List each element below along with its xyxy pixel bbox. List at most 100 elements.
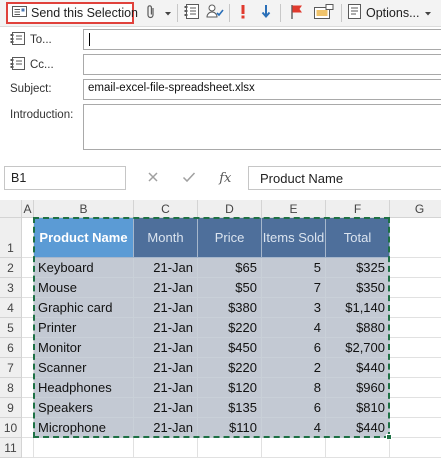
empty-cell[interactable] xyxy=(390,378,441,398)
table-cell[interactable]: Headphones xyxy=(34,378,134,398)
table-cell[interactable]: $325 xyxy=(326,258,390,278)
row-header-11[interactable]: 11 xyxy=(0,438,22,458)
table-cell[interactable]: Keyboard xyxy=(34,258,134,278)
table-cell[interactable]: 3 xyxy=(262,298,326,318)
table-header-cell[interactable]: Month xyxy=(134,218,198,258)
table-cell[interactable]: $120 xyxy=(198,378,262,398)
row-header-1[interactable]: 1 xyxy=(0,218,22,258)
row-header-4[interactable]: 4 xyxy=(0,298,22,318)
table-cell[interactable]: $65 xyxy=(198,258,262,278)
row-header-7[interactable]: 7 xyxy=(0,358,22,378)
table-cell[interactable]: 7 xyxy=(262,278,326,298)
subject-field[interactable]: email-excel-file-spreadsheet.xlsx xyxy=(83,79,441,100)
table-cell[interactable]: Monitor xyxy=(34,338,134,358)
bcc-button[interactable] xyxy=(314,3,334,22)
table-cell[interactable]: Speakers xyxy=(34,398,134,418)
table-cell[interactable]: Mouse xyxy=(34,278,134,298)
column-header-g[interactable]: G xyxy=(390,200,441,218)
table-header-cell[interactable]: Product Name xyxy=(34,218,134,258)
empty-cell[interactable] xyxy=(390,338,441,358)
empty-cell[interactable] xyxy=(390,418,441,438)
table-cell[interactable]: 21-Jan xyxy=(134,338,198,358)
options-button[interactable]: Options... xyxy=(348,4,420,22)
empty-cell[interactable] xyxy=(390,318,441,338)
table-cell[interactable]: 4 xyxy=(262,318,326,338)
attach-file-button[interactable] xyxy=(146,4,156,22)
row-header-10[interactable]: 10 xyxy=(0,418,22,438)
column-header-e[interactable]: E xyxy=(262,200,326,218)
table-header-cell[interactable]: Total xyxy=(326,218,390,258)
table-cell[interactable]: Scanner xyxy=(34,358,134,378)
empty-cell[interactable] xyxy=(22,438,34,458)
insert-function-icon[interactable]: fx xyxy=(219,171,231,186)
table-cell[interactable]: $50 xyxy=(198,278,262,298)
table-cell[interactable]: 21-Jan xyxy=(134,358,198,378)
table-cell[interactable]: $960 xyxy=(326,378,390,398)
table-cell[interactable]: 8 xyxy=(262,378,326,398)
table-cell[interactable]: $380 xyxy=(198,298,262,318)
empty-cell[interactable] xyxy=(22,218,34,258)
options-dropdown-button[interactable] xyxy=(424,4,432,22)
table-cell[interactable]: 21-Jan xyxy=(134,378,198,398)
low-importance-button[interactable] xyxy=(261,4,271,22)
table-cell[interactable]: $220 xyxy=(198,318,262,338)
column-header-c[interactable]: C xyxy=(134,200,198,218)
table-cell[interactable]: $1,140 xyxy=(326,298,390,318)
empty-cell[interactable] xyxy=(22,338,34,358)
table-cell[interactable]: $2,700 xyxy=(326,338,390,358)
table-cell[interactable]: $110 xyxy=(198,418,262,438)
table-cell[interactable]: Printer xyxy=(34,318,134,338)
table-cell[interactable]: 21-Jan xyxy=(134,318,198,338)
empty-cell[interactable] xyxy=(390,398,441,418)
empty-cell[interactable] xyxy=(22,378,34,398)
table-cell[interactable]: 21-Jan xyxy=(134,258,198,278)
table-cell[interactable]: Graphic card xyxy=(34,298,134,318)
empty-cell[interactable] xyxy=(22,418,34,438)
row-header-8[interactable]: 8 xyxy=(0,378,22,398)
row-header-3[interactable]: 3 xyxy=(0,278,22,298)
table-header-cell[interactable]: Items Sold xyxy=(262,218,326,258)
empty-cell[interactable] xyxy=(134,438,198,458)
empty-cell[interactable] xyxy=(22,258,34,278)
table-cell[interactable]: $810 xyxy=(326,398,390,418)
cancel-icon[interactable] xyxy=(147,171,159,186)
empty-cell[interactable] xyxy=(262,438,326,458)
table-cell[interactable]: 21-Jan xyxy=(134,398,198,418)
empty-cell[interactable] xyxy=(326,438,390,458)
table-cell[interactable]: $440 xyxy=(326,358,390,378)
table-cell[interactable]: $440 xyxy=(326,418,390,438)
table-cell[interactable]: 6 xyxy=(262,338,326,358)
empty-cell[interactable] xyxy=(390,298,441,318)
column-header-f[interactable]: F xyxy=(326,200,390,218)
follow-up-flag-button[interactable] xyxy=(290,4,304,22)
table-cell[interactable]: $880 xyxy=(326,318,390,338)
empty-cell[interactable] xyxy=(198,438,262,458)
formula-input[interactable]: Product Name xyxy=(248,166,441,190)
empty-cell[interactable] xyxy=(22,298,34,318)
name-box[interactable]: B1 xyxy=(4,166,126,190)
column-header-b[interactable]: B xyxy=(34,200,134,218)
table-cell[interactable]: $220 xyxy=(198,358,262,378)
empty-cell[interactable] xyxy=(390,438,441,458)
table-header-cell[interactable]: Price xyxy=(198,218,262,258)
select-all-corner[interactable] xyxy=(0,200,22,218)
row-header-9[interactable]: 9 xyxy=(0,398,22,418)
table-cell[interactable]: 21-Jan xyxy=(134,418,198,438)
empty-cell[interactable] xyxy=(390,218,441,258)
introduction-field[interactable] xyxy=(83,104,441,150)
table-cell[interactable]: $350 xyxy=(326,278,390,298)
to-field[interactable] xyxy=(83,29,441,50)
row-header-5[interactable]: 5 xyxy=(0,318,22,338)
enter-check-icon[interactable] xyxy=(182,171,196,186)
cc-button[interactable]: Cc... xyxy=(10,57,54,73)
cc-field[interactable] xyxy=(83,54,441,75)
address-book-button[interactable] xyxy=(184,4,200,22)
row-header-6[interactable]: 6 xyxy=(0,338,22,358)
empty-cell[interactable] xyxy=(22,318,34,338)
table-cell[interactable]: 4 xyxy=(262,418,326,438)
table-cell[interactable]: 5 xyxy=(262,258,326,278)
column-header-a[interactable]: A xyxy=(22,200,34,218)
send-this-selection-button[interactable]: Send this Selection xyxy=(6,2,138,24)
empty-cell[interactable] xyxy=(22,358,34,378)
to-button[interactable]: To... xyxy=(10,32,52,48)
